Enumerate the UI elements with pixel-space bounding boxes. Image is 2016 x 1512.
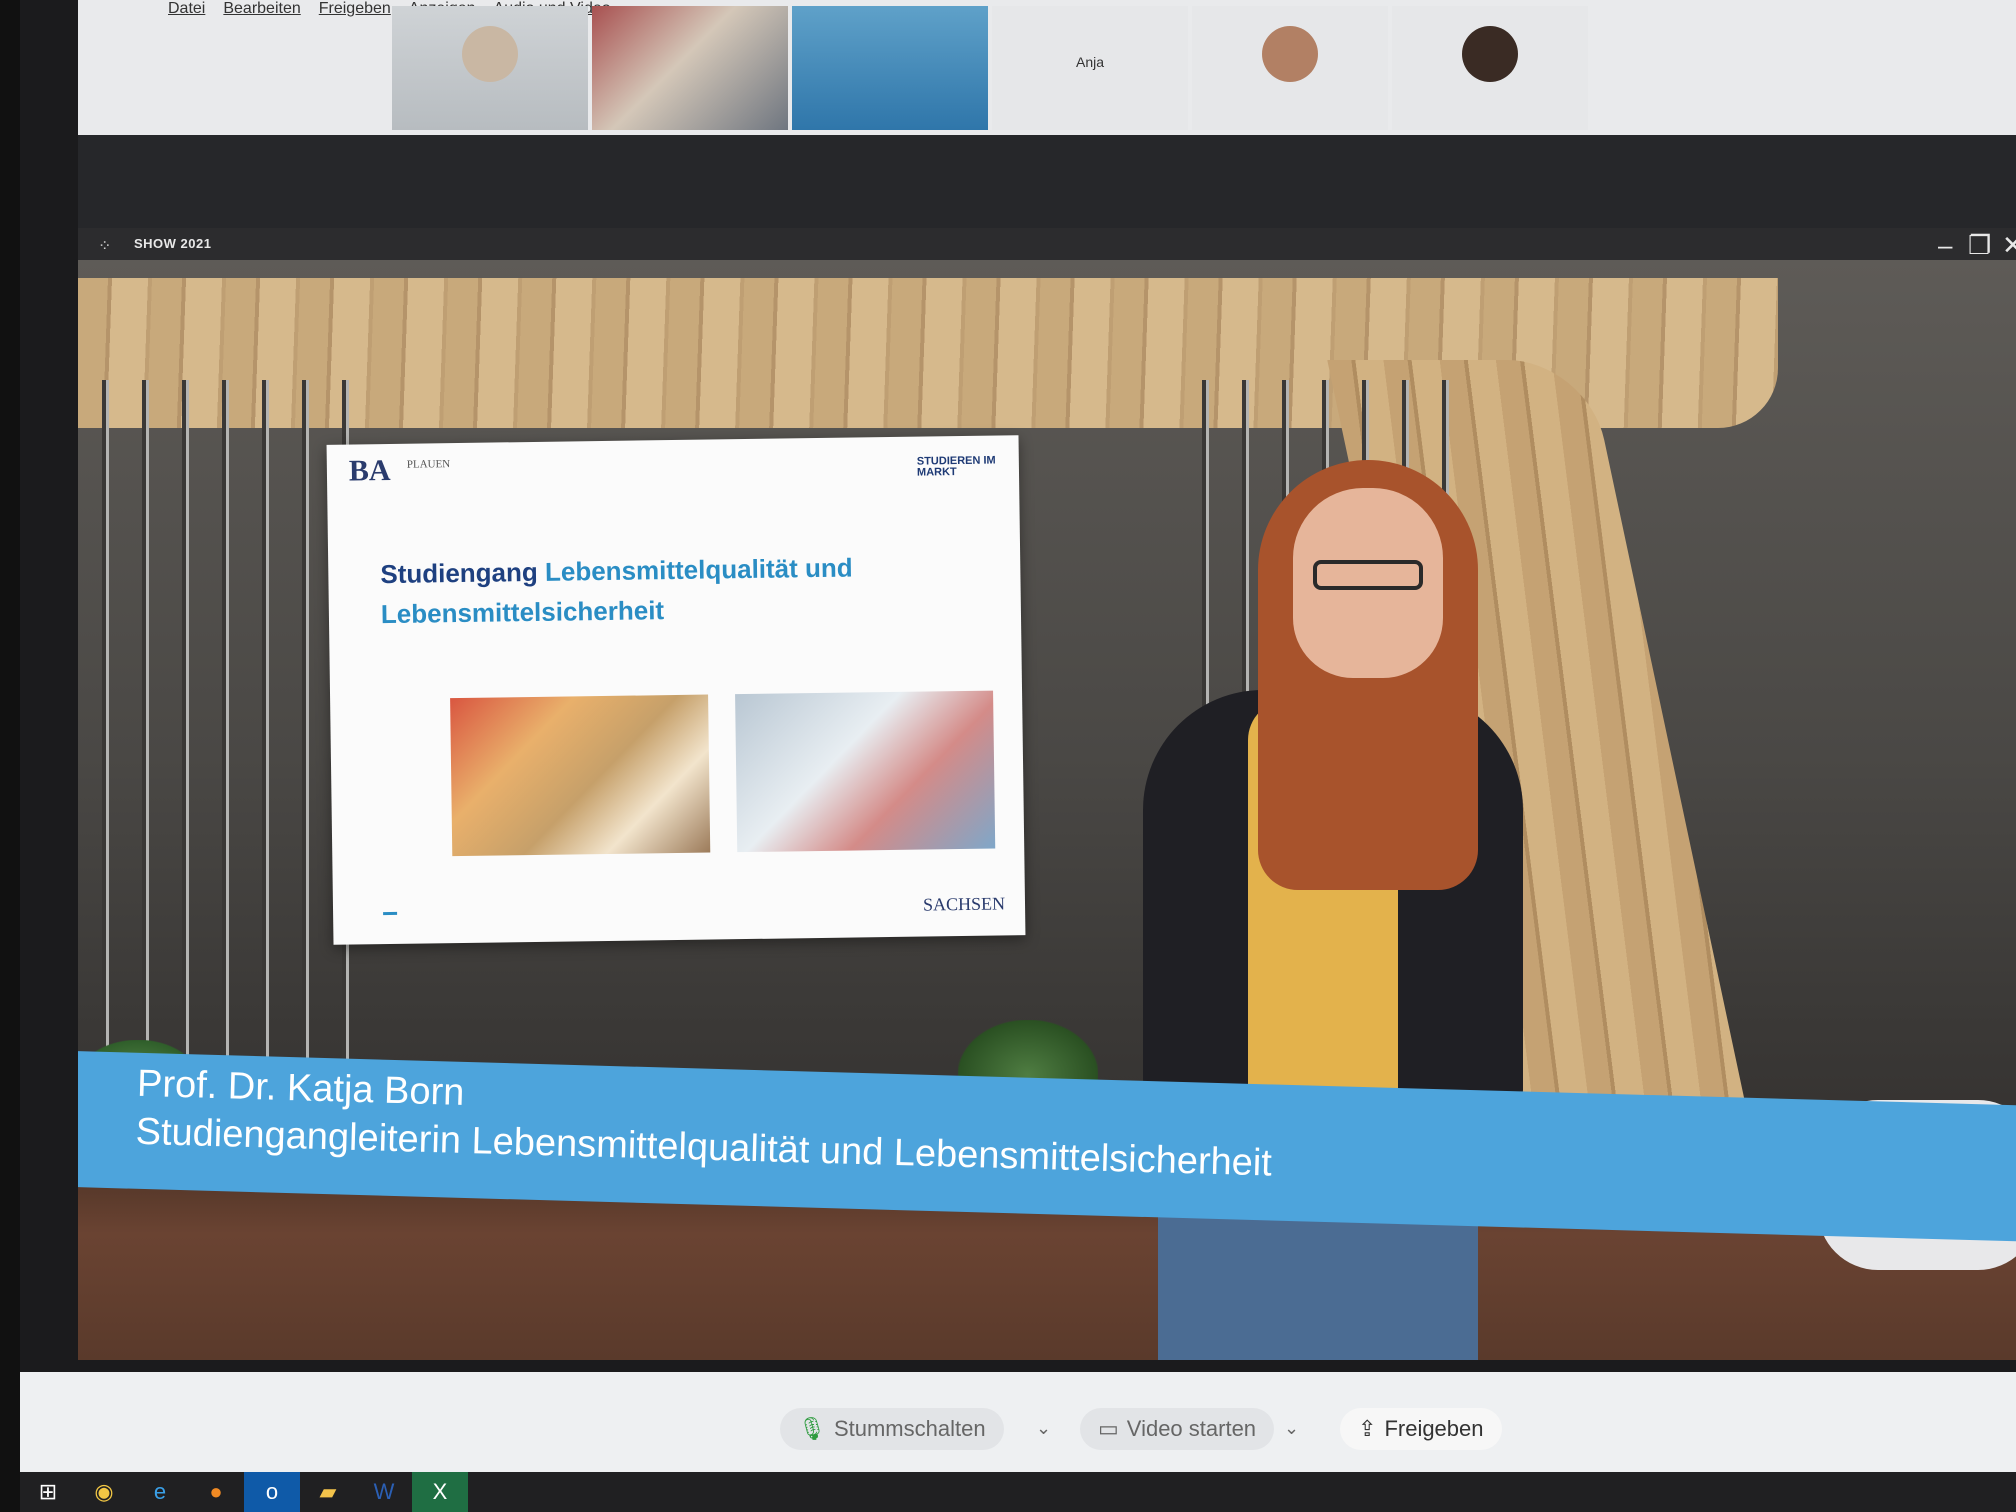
slide-title-prefix: Studiengang bbox=[380, 556, 538, 590]
participant-tile-anja[interactable]: Anja bbox=[992, 6, 1188, 130]
stage-padding bbox=[78, 135, 2016, 230]
woman-avatar-icon bbox=[1262, 26, 1318, 82]
participant-tile-building[interactable] bbox=[392, 6, 588, 130]
slide-page-mark bbox=[383, 911, 398, 916]
presentation-slide: BA PLAUEN STUDIEREN IM MARKT Studiengang… bbox=[326, 435, 1026, 945]
ba-logo-subtitle: PLAUEN bbox=[406, 458, 451, 471]
building-avatar-icon bbox=[462, 26, 518, 82]
excel-icon[interactable]: X bbox=[412, 1472, 468, 1512]
explorer-icon[interactable]: ▰ bbox=[300, 1472, 356, 1512]
chrome-icon[interactable]: ◉ bbox=[76, 1472, 132, 1512]
menu-item-datei[interactable]: Datei bbox=[166, 0, 207, 20]
slide-title: Studiengang Lebensmittelqualität und Leb… bbox=[380, 546, 941, 634]
maximize-icon[interactable]: ❐ bbox=[1968, 230, 1991, 261]
windows-taskbar: ⊞ ◉ e ● o ▰ W X bbox=[20, 1472, 2016, 1512]
ba-logo: BA bbox=[348, 453, 391, 488]
participant-strip: Anja bbox=[392, 6, 1588, 130]
man-avatar-icon bbox=[1462, 26, 1518, 82]
studieren-im-markt-logo: STUDIEREN IM MARKT bbox=[916, 454, 996, 479]
share-icon: ⇪ bbox=[1358, 1416, 1377, 1441]
close-icon[interactable]: ✕ bbox=[2002, 230, 2016, 261]
virtual-studio-stage: BA PLAUEN STUDIEREN IM MARKT Studiengang… bbox=[78, 260, 2016, 1360]
windows-start-icon[interactable]: ⊞ bbox=[20, 1472, 76, 1512]
mute-button-label: Stummschalten bbox=[833, 1416, 986, 1441]
chevron-down-icon[interactable]: ⌄ bbox=[1036, 1418, 1051, 1439]
menu-item-bearbeiten[interactable]: Bearbeiten bbox=[221, 0, 302, 20]
start-video-label: Video starten bbox=[1126, 1416, 1257, 1441]
start-video-button[interactable]: ▭ Video starten bbox=[1080, 1408, 1275, 1450]
camera-icon: ▭ bbox=[1098, 1416, 1119, 1441]
participant-tile-poster[interactable] bbox=[592, 6, 788, 130]
share-button-label: Freigeben bbox=[1384, 1416, 1484, 1441]
mute-button[interactable]: 🎙 Stummschalten bbox=[780, 1408, 1004, 1450]
slide-photo-lab bbox=[735, 690, 996, 853]
firefox-icon[interactable]: ● bbox=[188, 1472, 244, 1512]
presenter-glasses bbox=[1313, 560, 1423, 590]
video-window-title: SHOW 2021 bbox=[134, 236, 212, 251]
slide-photo-shopping bbox=[450, 694, 711, 857]
chevron-down-icon[interactable]: ⌄ bbox=[1284, 1418, 1299, 1439]
edge-icon[interactable]: e bbox=[132, 1472, 188, 1512]
participant-tile-woman[interactable] bbox=[1192, 6, 1388, 130]
video-titlebar: ⁘ SHOW 2021 – ❐ ✕ bbox=[78, 228, 2016, 260]
participant-tile-man[interactable] bbox=[1392, 6, 1588, 130]
app-logo-icon: ⁘ bbox=[98, 238, 112, 255]
participant-tile-blue[interactable] bbox=[792, 6, 988, 130]
minimize-icon[interactable]: – bbox=[1938, 230, 1952, 261]
ba-sachsen-logo: SACHSEN bbox=[922, 893, 1006, 915]
share-button[interactable]: ⇪ Freigeben bbox=[1340, 1408, 1502, 1450]
outlook-icon[interactable]: o bbox=[244, 1472, 300, 1512]
presenter-role: Studiengangleiterin Lebensmittelqualität… bbox=[135, 1110, 1273, 1185]
word-icon[interactable]: W bbox=[356, 1472, 412, 1512]
shared-video-window: ⁘ SHOW 2021 – ❐ ✕ BA PLAUEN STUDIEREN IM… bbox=[78, 228, 2016, 1360]
menu-item-freigeben[interactable]: Freigeben bbox=[317, 0, 393, 20]
presenter-name: Prof. Dr. Katja Born bbox=[136, 1062, 465, 1114]
participant-name-label: Anja bbox=[1075, 54, 1105, 70]
microphone-icon: 🎙 bbox=[798, 1416, 826, 1441]
monitor-screen: Datei Bearbeiten Freigeben Anzeigen Audi… bbox=[20, 0, 2016, 1512]
meeting-control-bar: 🎙 Stummschalten ⌄ ▭ Video starten ⌄ ⇪ Fr… bbox=[20, 1372, 2016, 1472]
